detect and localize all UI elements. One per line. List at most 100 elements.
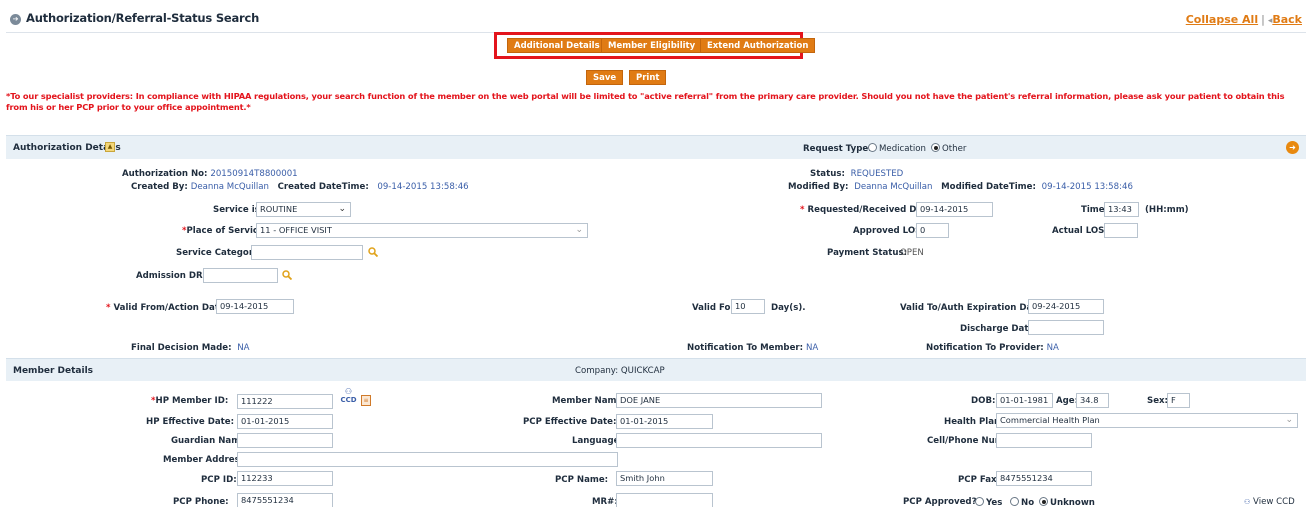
document-icon[interactable]: ≡ bbox=[361, 395, 371, 406]
radio-other[interactable] bbox=[931, 143, 940, 152]
page-title-text: Authorization/Referral-Status Search bbox=[26, 11, 260, 25]
additional-details-button[interactable]: Additional Details bbox=[507, 38, 607, 53]
health-plan-value: Commercial Health Plan bbox=[1000, 415, 1100, 425]
unknown-option-label: Unknown bbox=[1050, 498, 1095, 507]
chevron-down-icon: ⌄ bbox=[338, 204, 346, 214]
mr-number-input[interactable] bbox=[616, 493, 713, 507]
authorization-details-header: Authorization Details ▲ Request Type: Me… bbox=[6, 135, 1306, 159]
hipaa-warning: *To our specialist providers: In complia… bbox=[6, 91, 1285, 112]
collapse-all-link[interactable]: Collapse All bbox=[1186, 13, 1258, 26]
hp-member-id-label: *HP Member ID: bbox=[151, 396, 229, 406]
radio-no[interactable] bbox=[1010, 497, 1019, 506]
radio-yes[interactable] bbox=[975, 497, 984, 506]
pcp-approved-yes[interactable]: Yes bbox=[975, 497, 1002, 507]
dob-input[interactable]: 01-01-1981 bbox=[996, 393, 1053, 408]
company-row: Company: QUICKCAP bbox=[575, 366, 665, 376]
payment-status-label: Payment Status: bbox=[827, 248, 908, 258]
discharge-date-label: Discharge Date: bbox=[960, 324, 1038, 334]
service-category-label: Service Category: bbox=[176, 248, 263, 258]
pcp-fax-input[interactable]: 8475551234 bbox=[996, 471, 1092, 486]
dob-label: DOB: bbox=[971, 396, 996, 406]
sex-input[interactable]: F bbox=[1167, 393, 1190, 408]
requested-date-input[interactable]: 09-14-2015 bbox=[916, 202, 993, 217]
status-label: Status: bbox=[810, 169, 845, 179]
notification-provider-row: Notification To Provider: NA bbox=[926, 343, 1059, 353]
auth-no-label: Authorization No: bbox=[122, 169, 208, 179]
request-type-label: Request Type: bbox=[803, 144, 872, 154]
time-input[interactable]: 13:43 bbox=[1104, 202, 1139, 217]
radio-medication[interactable] bbox=[868, 143, 877, 152]
radio-unknown[interactable] bbox=[1039, 497, 1048, 506]
payment-status-value: OPEN bbox=[900, 248, 924, 258]
pcp-approved-no[interactable]: No bbox=[1010, 497, 1034, 507]
valid-from-label: * Valid From/Action Date: bbox=[106, 303, 229, 313]
status-value: REQUESTED bbox=[850, 169, 904, 179]
guardian-name-input[interactable] bbox=[237, 433, 333, 448]
service-is-select[interactable]: ROUTINE ⌄ bbox=[256, 202, 351, 217]
valid-for-input[interactable]: 10 bbox=[731, 299, 765, 314]
discharge-date-input[interactable] bbox=[1028, 320, 1104, 335]
valid-for-unit: Day(s). bbox=[771, 303, 806, 313]
request-type-other[interactable]: Other bbox=[931, 143, 966, 154]
age-input[interactable]: 34.8 bbox=[1076, 393, 1109, 408]
place-of-service-value: 11 - OFFICE VISIT bbox=[260, 225, 332, 235]
view-ccd-link[interactable]: ⚇ View CCD bbox=[1244, 497, 1295, 507]
member-address-input[interactable] bbox=[237, 452, 618, 467]
member-eligibility-button[interactable]: Member Eligibility bbox=[601, 38, 703, 53]
service-is-value: ROUTINE bbox=[260, 204, 298, 214]
valid-from-input[interactable]: 09-14-2015 bbox=[216, 299, 294, 314]
pcp-phone-input[interactable]: 8475551234 bbox=[237, 493, 333, 507]
valid-from-label-text: Valid From/Action Date: bbox=[113, 303, 229, 313]
modified-datetime-value: 09-14-2015 13:58:46 bbox=[1041, 182, 1133, 192]
next-arrow-icon[interactable]: ➜ bbox=[1286, 141, 1299, 154]
search-icon[interactable] bbox=[368, 247, 378, 257]
save-button[interactable]: Save bbox=[586, 70, 624, 85]
service-category-input[interactable] bbox=[251, 245, 363, 260]
modified-datetime-label: Modified DateTime: bbox=[941, 182, 1036, 192]
hp-effective-date-input[interactable]: 01-01-2015 bbox=[237, 414, 333, 429]
admission-drg-input[interactable] bbox=[203, 268, 278, 283]
hp-effective-date-label: HP Effective Date: bbox=[146, 417, 235, 427]
expand-arrow-icon[interactable]: ➔ bbox=[10, 14, 21, 25]
pcp-approved-label: PCP Approved? bbox=[903, 497, 977, 507]
valid-to-input[interactable]: 09-24-2015 bbox=[1028, 299, 1104, 314]
pcp-id-input[interactable]: 112233 bbox=[237, 471, 333, 486]
extend-authorization-button[interactable]: Extend Authorization bbox=[700, 38, 816, 53]
print-button[interactable]: Print bbox=[629, 70, 667, 85]
search-icon[interactable] bbox=[282, 270, 292, 280]
approved-los-input[interactable]: 0 bbox=[916, 223, 949, 238]
member-name-input[interactable]: DOE JANE bbox=[616, 393, 822, 408]
chevron-down-icon: ⌄ bbox=[1285, 415, 1293, 425]
notification-provider-value: NA bbox=[1046, 343, 1059, 353]
ccd-icon-label: CCD bbox=[340, 396, 357, 404]
cell-phone-input[interactable] bbox=[996, 433, 1092, 448]
health-plan-select[interactable]: Commercial Health Plan ⌄ bbox=[996, 413, 1298, 428]
place-of-service-select[interactable]: 11 - OFFICE VISIT ⌄ bbox=[256, 223, 588, 238]
ccd-icon[interactable]: ⚇ CCD bbox=[340, 388, 357, 405]
actual-los-input[interactable] bbox=[1104, 223, 1138, 238]
chevron-down-icon: ⌄ bbox=[575, 225, 583, 235]
language-input[interactable] bbox=[616, 433, 822, 448]
member-details-header: Member Details Company: QUICKCAP bbox=[6, 358, 1306, 381]
member-details-title: Member Details bbox=[13, 366, 94, 376]
top-links: Collapse All | ◂Back bbox=[1186, 13, 1302, 26]
member-name-label: Member Name: bbox=[552, 396, 626, 406]
collapse-section-icon[interactable]: ▲ bbox=[105, 142, 115, 152]
hp-member-id-label-text: HP Member ID: bbox=[155, 396, 229, 406]
final-decision-label: Final Decision Made: bbox=[131, 343, 232, 353]
notification-member-label: Notification To Member: bbox=[687, 343, 804, 353]
created-datetime-label: Created DateTime: bbox=[277, 182, 369, 192]
link-separator: | bbox=[1261, 13, 1265, 26]
member-address-label: Member Address: bbox=[163, 455, 249, 465]
back-link[interactable]: Back bbox=[1272, 13, 1302, 26]
time-format-hint: (HH:mm) bbox=[1145, 205, 1189, 215]
yes-option-label: Yes bbox=[986, 498, 1003, 507]
pcp-effective-date-input[interactable]: 01-01-2015 bbox=[616, 414, 713, 429]
request-type-medication[interactable]: Medication bbox=[868, 143, 926, 154]
hp-member-id-input[interactable]: 111222 bbox=[237, 394, 333, 409]
mr-number-label: MR#: bbox=[592, 497, 618, 507]
valid-to-label: Valid To/Auth Expiration Date: bbox=[900, 303, 1046, 313]
pcp-name-input[interactable]: Smith John bbox=[616, 471, 713, 486]
pcp-approved-unknown[interactable]: Unknown bbox=[1039, 497, 1095, 507]
age-label: Age: bbox=[1056, 396, 1079, 406]
